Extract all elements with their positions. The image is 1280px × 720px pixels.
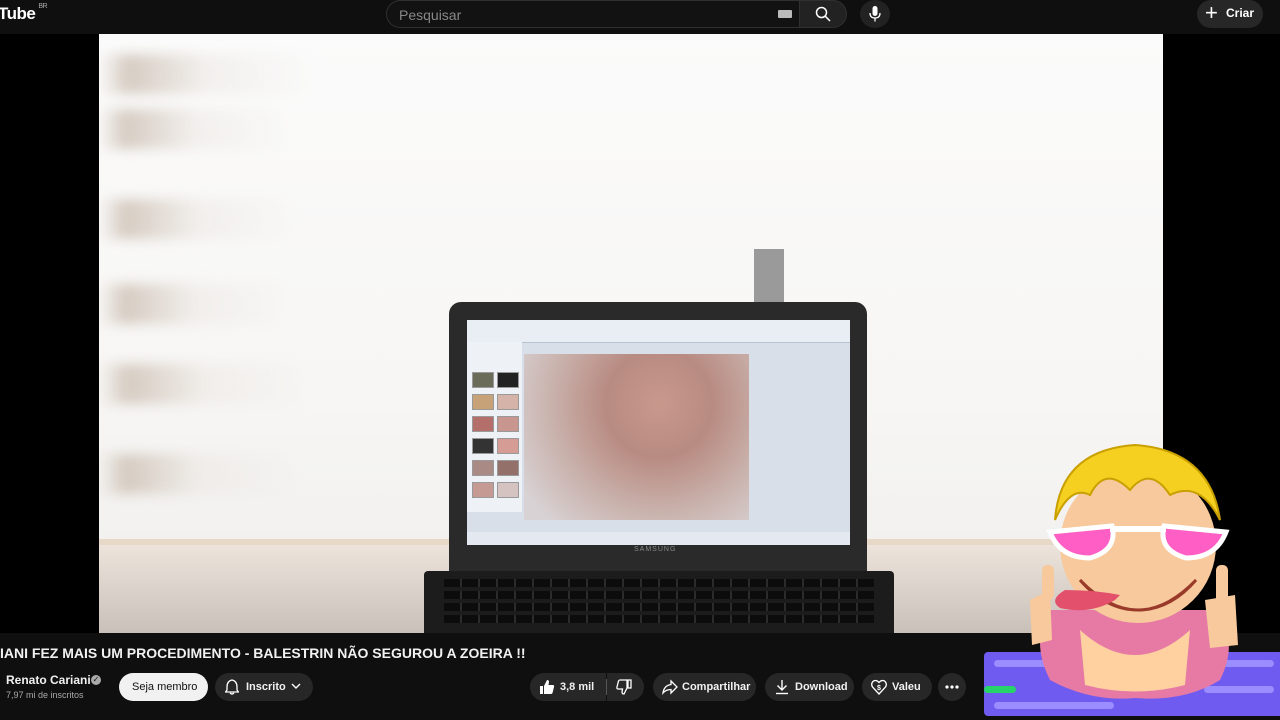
thumbnail — [472, 482, 494, 498]
cartoon-character-icon — [1030, 443, 1238, 699]
subscribed-label: Inscrito — [246, 681, 286, 693]
thumbnail-panel — [467, 342, 522, 512]
bell-icon — [225, 679, 239, 695]
super-thanks-icon: $ — [871, 679, 887, 695]
window-blind — [99, 199, 429, 239]
thumbnail — [472, 372, 494, 388]
laptop-brand: SAMSUNG — [634, 546, 677, 553]
join-label: Seja membro — [132, 681, 198, 693]
create-label: Criar — [1226, 6, 1255, 20]
keyboard-icon[interactable] — [778, 10, 792, 18]
thumbs-down-icon — [616, 679, 632, 695]
thumbnail — [497, 394, 519, 410]
subscribed-button[interactable]: Inscrito — [215, 673, 313, 701]
window-blind — [99, 54, 459, 94]
thumbnail — [497, 460, 519, 476]
window-blind — [99, 454, 429, 494]
join-button[interactable]: Seja membro — [119, 673, 208, 701]
verified-check-icon: ✓ — [91, 675, 101, 685]
laptop-screen — [467, 320, 850, 545]
thumbnail — [472, 394, 494, 410]
like-button[interactable]: 3,8 mil — [530, 673, 606, 701]
character-overlay — [984, 440, 1280, 720]
taskbar — [467, 532, 850, 545]
youtube-logo[interactable]: Tube BR — [0, 3, 48, 24]
thumbnail — [497, 416, 519, 432]
app-ribbon — [467, 320, 850, 343]
window-blind — [99, 364, 449, 404]
chevron-down-icon — [291, 683, 301, 689]
download-label: Download — [795, 681, 848, 693]
download-icon — [776, 680, 788, 695]
more-horizontal-icon — [945, 685, 959, 689]
thanks-button[interactable]: $ Valeu — [862, 673, 932, 701]
top-bar: TubeBR + Criar — [0, 0, 1280, 34]
more-actions-button[interactable] — [938, 673, 966, 701]
thumbnail — [497, 438, 519, 454]
voice-search-button[interactable] — [860, 0, 890, 28]
microscope-image — [524, 354, 749, 520]
thumbnail — [472, 438, 494, 454]
share-button[interactable]: Compartilhar — [653, 673, 756, 701]
svg-text:$: $ — [877, 685, 881, 692]
key-row — [444, 591, 874, 599]
channel-name[interactable]: Renato Cariani — [6, 673, 91, 687]
search-icon — [815, 6, 831, 22]
search-button[interactable] — [799, 0, 847, 28]
search-box — [386, 0, 800, 29]
phone-stand — [754, 249, 784, 309]
dislike-button[interactable] — [607, 673, 644, 701]
window-blind — [99, 109, 419, 149]
video-title: IANI FEZ MAIS UM PROCEDIMENTO - BALESTRI… — [0, 645, 526, 661]
search-input[interactable] — [397, 1, 761, 29]
create-button[interactable]: + Criar — [1197, 0, 1263, 28]
banner-stripe — [994, 702, 1114, 709]
laptop-keyboard — [424, 571, 894, 633]
banner-stripe — [984, 686, 1016, 693]
thumbs-up-icon — [540, 680, 555, 694]
thumbnail — [497, 482, 519, 498]
plus-icon: + — [1205, 0, 1218, 25]
key-row — [444, 615, 874, 623]
microphone-icon — [869, 6, 881, 22]
download-button[interactable]: Download — [765, 673, 854, 701]
window-blind — [99, 284, 419, 324]
share-label: Compartilhar — [682, 681, 751, 693]
thumbnail — [497, 372, 519, 388]
key-row — [444, 603, 874, 611]
thumbnail — [472, 460, 494, 476]
subscriber-count: 7,97 mi de inscritos — [6, 690, 84, 700]
key-row — [444, 579, 874, 587]
like-count: 3,8 mil — [560, 681, 595, 693]
thumbnail — [472, 416, 494, 432]
share-icon — [662, 679, 678, 695]
thanks-label: Valeu — [892, 681, 921, 693]
